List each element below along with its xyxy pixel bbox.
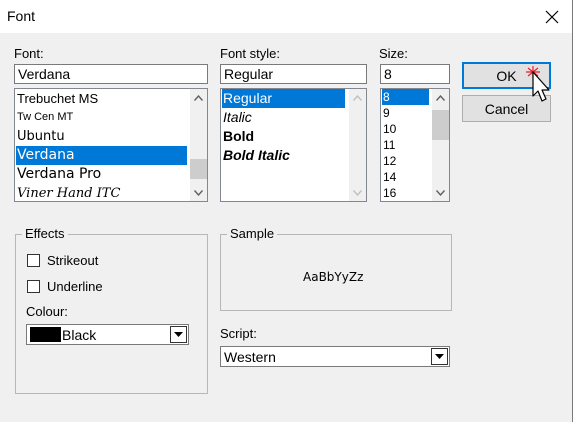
script-select[interactable]: Western — [220, 346, 450, 367]
underline-checkbox[interactable] — [27, 280, 40, 293]
strikeout-checkbox[interactable] — [27, 254, 40, 267]
list-item[interactable]: Italic — [222, 108, 345, 127]
font-style-label: Font style: — [220, 46, 280, 61]
list-item-selected[interactable]: 8 — [382, 89, 429, 105]
list-item[interactable]: 9 — [382, 105, 429, 121]
colour-select[interactable]: Black — [26, 324, 189, 345]
chevron-down-icon — [194, 189, 203, 196]
font-list-scrollbar[interactable] — [190, 89, 207, 201]
mouse-pointer-icon — [526, 66, 550, 102]
scroll-up-arrow[interactable] — [349, 89, 366, 106]
chevron-down-icon — [436, 189, 445, 196]
title-bar: Font — [0, 0, 572, 33]
list-item[interactable]: Bold — [222, 127, 345, 146]
font-style-scrollbar[interactable] — [349, 89, 366, 201]
size-input[interactable]: 8 — [380, 64, 450, 84]
chevron-up-icon — [436, 94, 445, 101]
scroll-down-arrow[interactable] — [432, 184, 449, 201]
close-button[interactable] — [532, 0, 572, 33]
script-value: Western — [224, 349, 276, 365]
sample-text: AaBbYyZz — [303, 270, 364, 284]
font-list[interactable]: Trebuchet MS Tw Cen MT Ubuntu Verdana Ve… — [14, 88, 208, 202]
dropdown-arrow[interactable] — [170, 326, 187, 343]
font-name-input[interactable]: Verdana — [14, 64, 208, 84]
list-item[interactable]: Trebuchet MS — [16, 89, 187, 108]
scroll-thumb[interactable] — [432, 110, 449, 140]
scroll-up-arrow[interactable] — [432, 89, 449, 106]
font-dialog: Font Font: Verdana Trebuchet MS Tw Cen M… — [0, 0, 573, 422]
font-label: Font: — [14, 46, 44, 61]
chevron-down-icon — [435, 354, 444, 359]
mouse-pointer — [525, 66, 555, 110]
list-item[interactable]: Verdana Pro — [16, 165, 187, 184]
strikeout-label[interactable]: Strikeout — [47, 253, 98, 268]
list-item[interactable]: 14 — [382, 169, 429, 185]
dropdown-arrow[interactable] — [431, 348, 448, 365]
list-item-selected[interactable]: Verdana — [16, 146, 187, 165]
list-item[interactable]: 16 — [382, 185, 429, 201]
scroll-thumb[interactable] — [190, 159, 207, 179]
chevron-up-icon — [353, 94, 362, 101]
list-item[interactable]: Viner Hand ITC — [16, 184, 187, 201]
size-list-scrollbar[interactable] — [432, 89, 449, 201]
size-list[interactable]: 8 9 10 11 12 14 16 — [380, 88, 450, 202]
list-item[interactable]: 10 — [382, 121, 429, 137]
list-item-selected[interactable]: Regular — [222, 89, 345, 108]
list-item[interactable]: 12 — [382, 153, 429, 169]
close-icon — [545, 10, 559, 23]
font-style-list[interactable]: Regular Italic Bold Bold Italic — [220, 88, 367, 202]
effects-label: Effects — [22, 226, 68, 241]
font-style-input[interactable]: Regular — [220, 64, 367, 84]
underline-label[interactable]: Underline — [47, 279, 103, 294]
chevron-up-icon — [194, 94, 203, 101]
size-label: Size: — [379, 46, 408, 61]
list-item[interactable]: Bold Italic — [222, 146, 345, 165]
chevron-down-icon — [174, 332, 183, 337]
chevron-down-icon — [353, 189, 362, 196]
scroll-up-arrow[interactable] — [190, 89, 207, 106]
colour-value: Black — [62, 327, 97, 343]
list-item[interactable]: 11 — [382, 137, 429, 153]
list-item[interactable]: Ubuntu — [16, 127, 187, 146]
sample-label: Sample — [227, 226, 278, 241]
scroll-down-arrow[interactable] — [190, 184, 207, 201]
script-label: Script: — [220, 326, 257, 341]
window-title: Font — [7, 8, 36, 24]
colour-swatch — [30, 327, 61, 342]
scroll-down-arrow[interactable] — [349, 184, 366, 201]
list-item[interactable]: Tw Cen MT — [16, 108, 187, 127]
colour-label: Colour: — [26, 304, 68, 319]
